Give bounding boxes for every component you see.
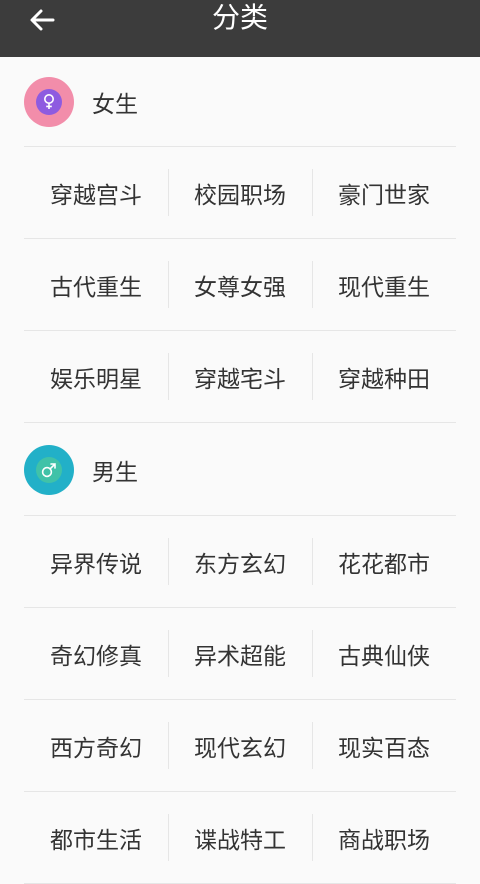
male-category-item[interactable]: 东方玄幻 [168,516,312,607]
female-section-title: 女生 [92,92,138,118]
app-bar: 分类 [0,0,480,57]
category-label: 女尊女强 [194,274,286,301]
male-section-title: 男生 [92,459,138,486]
category-label: 古典仙侠 [338,643,430,670]
male-category-item[interactable]: 商战职场 [312,792,456,883]
category-label: 商战职场 [338,827,430,854]
male-category-item[interactable]: 谍战特工 [168,792,312,883]
female-category-item[interactable]: 古代重生 [24,239,168,330]
category-label: 穿越宅斗 [194,366,286,393]
female-avatar [24,77,74,127]
category-label: 现代玄幻 [194,735,286,762]
male-category-row: 奇幻修真 异术超能 古典仙侠 [24,608,456,700]
female-category-item[interactable]: 女尊女强 [168,239,312,330]
category-label: 穿越种田 [338,366,430,393]
male-category-item[interactable]: 现代玄幻 [168,700,312,791]
female-section: 女生 穿越宫斗 校园职场 豪门世家古代重生 女尊女强 现代重生娱乐明星 穿越宅斗 穿越种田 [24,58,456,423]
male-avatar [24,444,74,495]
category-label: 古代重生 [50,274,142,301]
female-category-item[interactable]: 豪门世家 [312,147,456,238]
female-category-row: 娱乐明星 穿越宅斗 穿越种田 [24,331,456,423]
male-category-row: 都市生活 谍战特工 商战职场 [24,792,456,884]
male-category-item[interactable]: 异术超能 [168,608,312,699]
category-label: 现代重生 [338,274,430,301]
category-label: 谍战特工 [194,827,286,854]
female-category-item[interactable]: 现代重生 [312,239,456,330]
category-label: 异界传说 [50,551,142,578]
male-category-item[interactable]: 异界传说 [24,516,168,607]
male-category-item[interactable]: 都市生活 [24,792,168,883]
category-label: 花花都市 [338,551,430,578]
category-label: 现实百态 [338,735,430,762]
female-category-item[interactable]: 穿越宫斗 [24,147,168,238]
page-title: 分类 [211,1,268,34]
male-category-row: 西方奇幻 现代玄幻 现实百态 [24,700,456,792]
female-category-item[interactable]: 校园职场 [168,147,312,238]
category-label: 娱乐明星 [50,366,142,393]
female-category-item[interactable]: 娱乐明星 [24,331,168,422]
male-category-row: 异界传说 东方玄幻 花花都市 [24,516,456,608]
male-category-item[interactable]: 古典仙侠 [312,608,456,699]
female-symbol-icon [44,94,54,109]
female-category-row: 古代重生 女尊女强 现代重生 [24,239,456,331]
female-section-header: 女生 [24,58,456,147]
category-label: 穿越宫斗 [50,182,142,209]
male-section: 男生 异界传说 东方玄幻 花花都市奇幻修真 异术超能 古典仙侠西方奇幻 现代玄幻 现实百态都… [24,424,456,884]
category-label: 都市生活 [50,827,142,854]
category-label: 西方奇幻 [50,735,142,762]
category-label: 异术超能 [194,643,286,670]
category-label: 豪门世家 [338,182,430,209]
category-label: 校园职场 [194,182,286,209]
male-symbol-icon [41,462,56,477]
male-category-item[interactable]: 现实百态 [312,700,456,791]
female-category-item[interactable]: 穿越种田 [312,331,456,422]
female-category-row: 穿越宫斗 校园职场 豪门世家 [24,147,456,239]
category-label: 奇幻修真 [50,643,142,670]
female-category-item[interactable]: 穿越宅斗 [168,331,312,422]
male-category-item[interactable]: 西方奇幻 [24,700,168,791]
male-category-item[interactable]: 花花都市 [312,516,456,607]
category-label: 东方玄幻 [194,551,286,578]
male-category-item[interactable]: 奇幻修真 [24,608,168,699]
male-section-header: 男生 [24,424,456,516]
